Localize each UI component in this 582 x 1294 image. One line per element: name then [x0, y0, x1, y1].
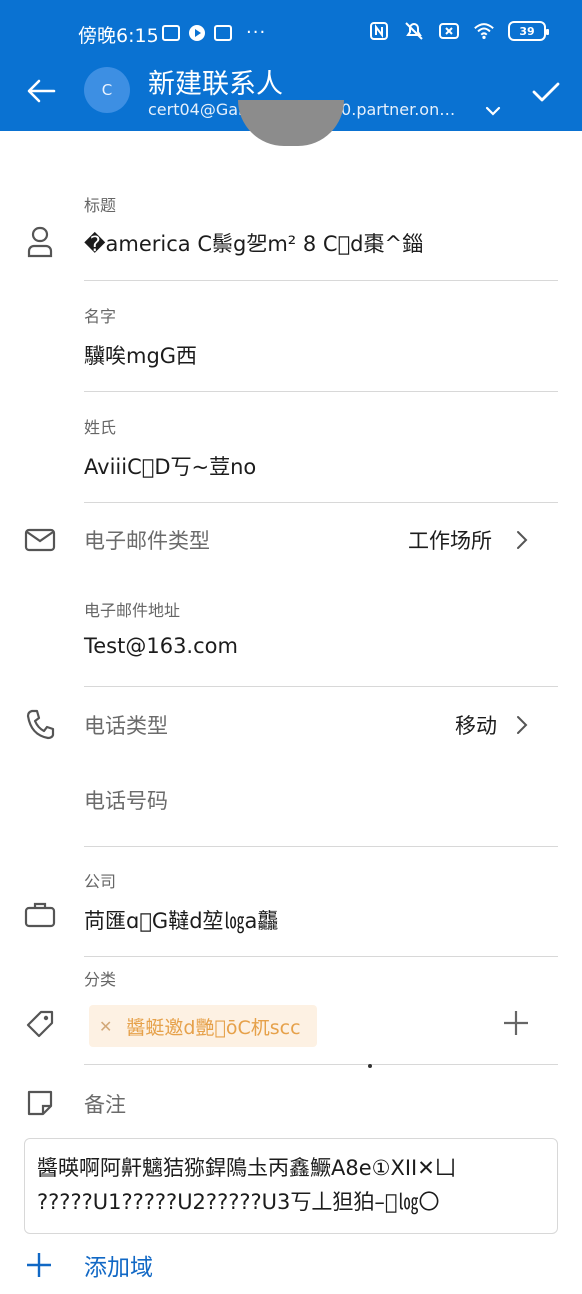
notes-line: 醬暎啊阿鼾魑狤猕銲隝圡丙鑫鱖A8e①XII✕凵 [37, 1156, 456, 1180]
phone-type-label: 电话类型 [84, 714, 168, 738]
status-time: 傍晚6:15 [78, 25, 159, 47]
category-chip[interactable]: ✕ 醬蜓邀d艷 ōC杌scc [89, 1005, 317, 1047]
person-icon [22, 224, 58, 260]
email-type-label: 电子邮件类型 [84, 529, 210, 553]
phone-icon [22, 706, 58, 742]
play-notification-icon [189, 24, 205, 41]
divider [84, 1064, 558, 1065]
tag-icon [22, 1006, 58, 1042]
title-field[interactable]: �america C鬃g乫m² 8 C d棗^錙 [84, 228, 423, 258]
title-label: 标题 [84, 196, 117, 215]
add-category-icon[interactable] [501, 1008, 531, 1038]
firstname-label: 名字 [84, 307, 117, 326]
divider [84, 686, 558, 687]
phone-type-selector[interactable]: 移动 [455, 710, 497, 740]
email-address-label: 电子邮件地址 [84, 601, 181, 620]
plus-icon [27, 1253, 51, 1277]
company-field[interactable]: 苘匯ɑ G韃d堃㏒a龘 [84, 905, 278, 935]
status-notification-icons: ··· [162, 22, 266, 43]
add-field-label: 添加域 [84, 1255, 153, 1281]
divider-dot [368, 1064, 372, 1068]
save-button[interactable] [526, 72, 566, 112]
notes-label: 备注 [84, 1093, 126, 1117]
account-avatar[interactable]: C [84, 67, 130, 113]
divider [84, 391, 558, 392]
category-label: 分类 [84, 970, 117, 989]
checkmark-icon [532, 82, 560, 102]
divider [84, 846, 558, 847]
notification-icon [162, 24, 180, 41]
status-system-icons: 39 [368, 20, 549, 42]
page-title: 新建联系人 [148, 69, 283, 100]
note-icon [22, 1085, 58, 1121]
email-address-field[interactable]: Test@163.com [84, 634, 238, 658]
mute-icon [403, 20, 425, 42]
company-label: 公司 [84, 872, 117, 891]
arrow-left-icon [27, 79, 56, 103]
remove-category-icon[interactable]: ✕ [99, 1017, 112, 1036]
contact-photo[interactable] [238, 100, 344, 146]
notes-line: ?????U1?????U2?????U3丂丄狚狛– ㏒〇 [37, 1190, 440, 1214]
chevron-down-icon[interactable] [483, 101, 503, 121]
briefcase-icon [22, 896, 58, 932]
notes-field[interactable]: 醬暎啊阿鼾魑狤猕銲隝圡丙鑫鱖A8e①XII✕凵 ?????U1?????U2??… [24, 1138, 558, 1234]
wifi-icon [473, 20, 495, 42]
divider [84, 280, 558, 281]
chevron-right-icon[interactable] [514, 714, 530, 736]
category-chip-label: 醬蜓邀d艷 ōC杌scc [126, 1016, 301, 1039]
divider [84, 956, 558, 957]
more-notifications-icon: ··· [246, 22, 267, 43]
add-field-button[interactable]: 添加域 [24, 1246, 153, 1284]
back-button[interactable] [22, 72, 60, 110]
lastname-label: 姓氏 [84, 418, 117, 437]
no-sim-icon [438, 20, 460, 42]
email-type-selector[interactable]: 工作场所 [408, 525, 492, 555]
mail-icon [22, 522, 58, 558]
battery-icon: 39 [508, 21, 549, 41]
phone-number-field[interactable]: 电话号码 [84, 785, 168, 815]
lastname-field[interactable]: AviiiC D丂~荳no [84, 451, 256, 481]
firstname-field[interactable]: 驥唉mgG西 [84, 340, 197, 370]
chevron-right-icon[interactable] [514, 529, 530, 551]
notification-icon [214, 24, 232, 41]
divider [84, 502, 558, 503]
nfc-icon [368, 20, 390, 42]
